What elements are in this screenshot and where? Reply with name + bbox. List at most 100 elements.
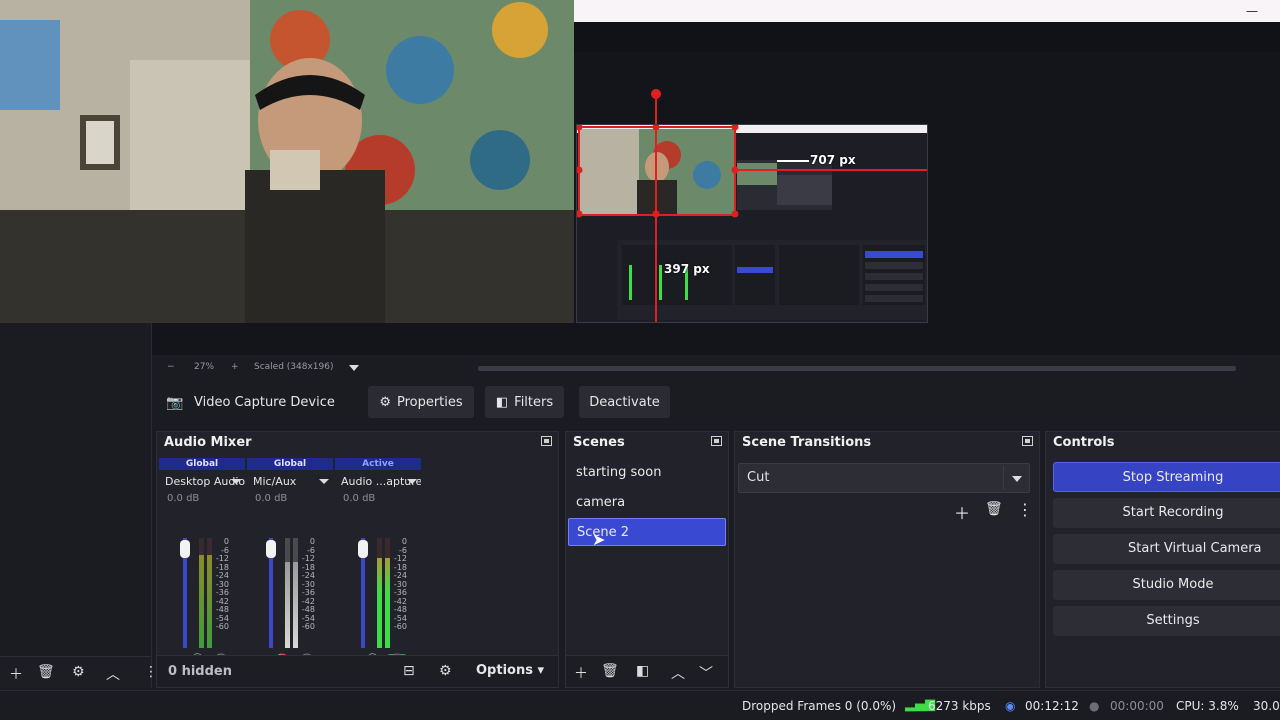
undock-icon[interactable] [541, 436, 552, 446]
properties-button[interactable]: ⚙ Properties [368, 386, 474, 418]
controls-title: Controls [1053, 435, 1115, 450]
mouse-cursor-icon: ➤ [592, 530, 606, 549]
mixer-channel-mic-aux: Global Mic/Aux 0.0 dB 0 -6 -12 -18 -24 -30 -36… [247, 458, 333, 669]
browser-source-dark-strip [574, 22, 1280, 52]
channel-mode: Global [159, 458, 245, 470]
stream-time: 00:12:12 [1025, 699, 1079, 713]
add-transition-icon[interactable]: ＋ [954, 500, 970, 524]
dropped-frames: Dropped Frames 0 (0.0%) [742, 699, 897, 713]
mixer-channel-desktop-audio: Global Desktop Audio 0.0 dB 0 -6 -12 -18 -24… [159, 458, 245, 669]
stop-streaming-button[interactable]: Stop Streaming [1053, 462, 1280, 492]
scale-tick: -60 [393, 622, 407, 631]
scenes-dock: Scenes starting soon camera Scene 2 ➤ ＋ … [565, 431, 729, 688]
rotation-handle[interactable] [651, 89, 661, 99]
channel-name-dropdown[interactable]: Mic/Aux [247, 475, 333, 488]
fader-knob[interactable] [180, 540, 190, 558]
audio-mixer-title: Audio Mixer [164, 435, 252, 450]
options-dropdown[interactable]: Options ▾ [476, 663, 544, 678]
filters-icon: ◧ [495, 394, 509, 410]
remove-source-icon[interactable]: 🗑 [37, 664, 55, 680]
level-meter-left [285, 538, 290, 648]
scale-tick: -60 [301, 622, 315, 631]
hidden-count: 0 hidden [168, 664, 232, 679]
rotation-handle-line [655, 99, 657, 124]
scaling-label: Scaled (348x196) [254, 362, 334, 372]
scene-filters-icon[interactable]: ◧ [636, 663, 649, 679]
meter-fill [199, 554, 204, 648]
filters-button[interactable]: ◧ Filters [485, 386, 564, 418]
preview-horizontal-scrollbar[interactable] [478, 366, 1236, 371]
settings-button[interactable]: Settings [1053, 606, 1280, 636]
controls-dock: Controls Stop Streaming Start Recording … [1045, 431, 1280, 688]
scene-transitions-title: Scene Transitions [742, 435, 872, 450]
advanced-audio-gear-icon[interactable]: ⚙ [439, 663, 452, 679]
add-source-icon[interactable]: ＋ [9, 664, 23, 684]
fps: 30.00 [1253, 699, 1280, 713]
meter-scale: 0 -6 -12 -18 -24 -30 -36 -42 -48 -54 -60 [297, 537, 315, 632]
studio-mode-button[interactable]: Studio Mode [1053, 570, 1280, 600]
zoom-in-button[interactable]: + [231, 362, 239, 372]
chevron-down-icon [407, 479, 417, 484]
channel-db: 0.0 dB [343, 493, 376, 504]
meter-fill [285, 562, 290, 648]
scene-transitions-dock: Scene Transitions Cut ＋ 🗑 ⋮ [734, 431, 1040, 688]
scale-tick: -60 [215, 622, 229, 631]
minimize-icon[interactable]: — [1246, 4, 1258, 18]
record-time: 00:00:00 [1110, 699, 1164, 713]
meter-scale: 0 -6 -12 -18 -24 -30 -36 -42 -48 -54 -60 [211, 537, 229, 632]
fader-knob[interactable] [358, 540, 368, 558]
remove-transition-icon[interactable]: 🗑 [985, 501, 1003, 517]
sources-toolbar: ＋ 🗑 ⚙ ︿ ⋮ [0, 656, 158, 688]
channel-name-dropdown[interactable]: Audio ...apture [335, 475, 421, 488]
undock-icon[interactable] [711, 436, 722, 446]
vertical-layout-icon[interactable]: ⊟ [403, 663, 415, 679]
mixer-channel-audio-capture: Active Audio ...apture 0.0 dB 0 -6 -12 -18-… [335, 458, 421, 669]
cpu-usage: CPU: 3.8% [1176, 699, 1239, 713]
move-up-icon[interactable]: ︿ [671, 663, 685, 683]
properties-label: Properties [396, 394, 463, 410]
deactivate-label: Deactivate [589, 394, 660, 410]
channel-name-dropdown[interactable]: Desktop Audio [159, 475, 245, 488]
transition-selected: Cut [747, 470, 770, 485]
source-context-toolbar: 📷 Video Capture Device ⚙ Properties ◧ Fi… [155, 383, 1280, 423]
start-virtual-camera-button[interactable]: Start Virtual Camera [1053, 534, 1280, 564]
zoom-level: 27% [194, 362, 215, 372]
audio-mixer-dock: Audio Mixer Global Desktop Audio 0.0 dB … [156, 431, 559, 688]
source-properties-gear-icon[interactable]: ⚙ [72, 664, 85, 680]
channel-db: 0.0 dB [255, 493, 288, 504]
fader-knob[interactable] [266, 540, 276, 558]
audio-mixer-footer: 0 hidden ⊟ ⚙ Options ▾ [157, 655, 558, 687]
level-meter-left [377, 538, 382, 648]
level-meter-left [199, 538, 204, 648]
transition-properties-icon[interactable]: ⋮ [1017, 500, 1033, 519]
start-recording-button[interactable]: Start Recording [1053, 498, 1280, 528]
display-capture-source[interactable]: 707 px 397 px [576, 124, 928, 323]
channel-mode: Active [335, 458, 421, 470]
select-separator [1003, 466, 1004, 490]
zoom-dropdown-icon[interactable] [349, 365, 359, 371]
zoom-out-button[interactable]: − [167, 362, 175, 372]
remove-scene-icon[interactable]: 🗑 [601, 663, 619, 679]
status-bar: Dropped Frames 0 (0.0%) ▂▄▆ 6273 kbps ◉ … [0, 690, 1280, 720]
recording-icon: ● [1089, 699, 1100, 713]
channel-db: 0.0 dB [167, 493, 200, 504]
left-dock-panel: ＋ 🗑 ⚙ ︿ ⋮ [0, 323, 158, 688]
webcam-source-preview[interactable] [0, 0, 574, 323]
width-measure-label: 707 px [810, 153, 856, 167]
preview-zoom-bar: − 27% + Scaled (348x196) [155, 358, 1280, 378]
nested-preview-image [577, 125, 927, 322]
deactivate-button[interactable]: Deactivate [579, 386, 670, 418]
bitrate: 6273 kbps [928, 699, 991, 713]
gear-icon: ⚙ [379, 394, 391, 410]
scene-item[interactable]: camera [568, 489, 726, 517]
chevron-down-icon [231, 479, 241, 484]
move-up-icon[interactable]: ︿ [106, 664, 120, 684]
scene-item[interactable]: starting soon [568, 459, 726, 487]
transition-select[interactable]: Cut [738, 463, 1030, 493]
meter-fill [377, 557, 382, 648]
move-down-icon[interactable]: ﹀ [699, 663, 713, 683]
scenes-toolbar: ＋ 🗑 ◧ ︿ ﹀ [566, 655, 728, 687]
undock-icon[interactable] [1022, 436, 1033, 446]
browser-source-strip: — [574, 0, 1280, 22]
add-scene-icon[interactable]: ＋ [574, 663, 588, 683]
